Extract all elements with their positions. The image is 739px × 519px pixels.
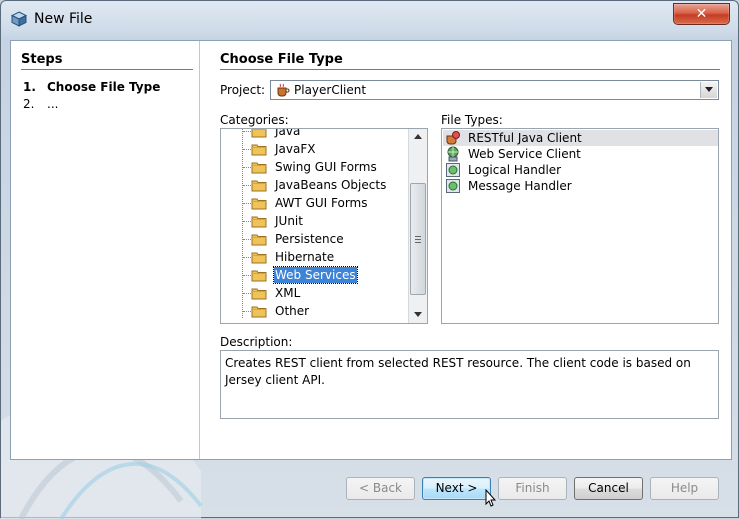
handler-icon [446, 163, 460, 177]
filetype-label: Logical Handler [468, 163, 562, 177]
title-bar[interactable]: New File ✕ [1, 1, 738, 39]
chevron-down-icon[interactable] [700, 82, 717, 98]
help-button[interactable]: Help [650, 477, 719, 500]
category-label: Hibernate [275, 250, 335, 264]
tree-branch-line [243, 311, 251, 312]
tree-branch-line [243, 221, 251, 222]
category-label: Other [275, 304, 310, 318]
coffee-cup-icon [277, 83, 290, 97]
tree-branch-line [243, 293, 251, 294]
folder-icon [251, 180, 267, 192]
folder-icon [251, 198, 267, 210]
close-button[interactable]: ✕ [673, 3, 730, 25]
categories-tree[interactable]: Java JavaFX Swing GUI Forms JavaBeans Objec… [220, 128, 428, 324]
folder-icon [251, 306, 267, 318]
tree-branch-line [243, 185, 251, 186]
scroll-thumb[interactable] [410, 183, 426, 295]
scroll-up-arrow-icon[interactable] [409, 129, 427, 145]
category-label: JUnit [275, 214, 303, 228]
steps-column: Steps 1. Choose File Type 2.... [11, 41, 200, 459]
folder-icon [251, 288, 267, 300]
cube-icon [11, 11, 27, 27]
tree-branch-line [243, 203, 251, 204]
filetype-item-restful-java-client[interactable]: RESTful Java Client [443, 130, 718, 146]
filetype-item-web-service-client[interactable]: Web Service Client [443, 146, 718, 162]
main-divider [220, 69, 720, 70]
category-label: XML [275, 286, 301, 300]
description-text: Creates REST client from selected REST r… [220, 350, 719, 419]
content-panel: Steps 1. Choose File Type 2.... Choose Fi… [10, 40, 732, 460]
project-label: Project: [220, 83, 266, 97]
filetypes-label: File Types: [441, 113, 503, 127]
step-item-1: 1. Choose File Type [23, 80, 160, 94]
folder-icon [251, 162, 267, 174]
filetype-label: RESTful Java Client [468, 131, 582, 145]
back-button[interactable]: < Back [346, 477, 415, 500]
categories-scrollbar[interactable] [408, 129, 427, 323]
filetype-item-logical-handler[interactable]: Logical Handler [443, 162, 718, 178]
mouse-cursor-icon [485, 489, 497, 507]
project-value: PlayerClient [294, 83, 367, 97]
categories-label: Categories: [220, 113, 289, 127]
steps-heading: Steps [21, 52, 63, 67]
tree-guide-line [242, 129, 243, 318]
new-file-dialog: New File ✕ Steps 1. Choose File Type 2...… [0, 0, 739, 519]
handler-icon [446, 179, 460, 193]
scroll-down-arrow-icon[interactable] [409, 307, 427, 323]
category-label: JavaFX [275, 142, 316, 156]
category-label: Swing GUI Forms [275, 160, 377, 174]
category-label: Persistence [275, 232, 344, 246]
folder-icon [251, 252, 267, 264]
tree-branch-line [243, 275, 251, 276]
step-number: 1. [23, 80, 36, 94]
step-label: Choose File Type [47, 80, 161, 94]
filetype-label: Message Handler [468, 179, 572, 193]
tree-branch-line [243, 131, 251, 132]
tree-branch-line [243, 239, 251, 240]
description-label: Description: [220, 335, 293, 349]
project-select[interactable]: PlayerClient [270, 80, 719, 100]
step-item-2: 2.... [23, 97, 58, 111]
tree-branch-line [243, 167, 251, 168]
rest-client-icon [446, 131, 460, 145]
category-label: AWT GUI Forms [275, 196, 368, 210]
main-heading: Choose File Type [220, 52, 343, 67]
tree-branch-line [243, 149, 251, 150]
category-label: JavaBeans Objects [275, 178, 387, 192]
window-title: New File [34, 11, 93, 27]
folder-icon [251, 129, 267, 138]
step-label: ... [47, 97, 59, 111]
folder-icon [251, 144, 267, 156]
filetype-label: Web Service Client [468, 147, 581, 161]
filetype-item-message-handler[interactable]: Message Handler [443, 178, 718, 194]
category-label: Web Services [273, 266, 358, 284]
category-label: Java [275, 128, 301, 138]
steps-divider [21, 69, 193, 70]
folder-icon [251, 270, 267, 282]
step-number: 2. [23, 97, 35, 111]
cancel-button[interactable]: Cancel [574, 477, 643, 500]
tree-branch-line [243, 257, 251, 258]
folder-icon [251, 234, 267, 246]
folder-icon [251, 216, 267, 228]
grip-icon [415, 236, 421, 243]
globe-icon [447, 146, 459, 162]
filetypes-list[interactable]: RESTful Java Client Web Service Client L… [441, 128, 719, 324]
finish-button[interactable]: Finish [498, 477, 567, 500]
